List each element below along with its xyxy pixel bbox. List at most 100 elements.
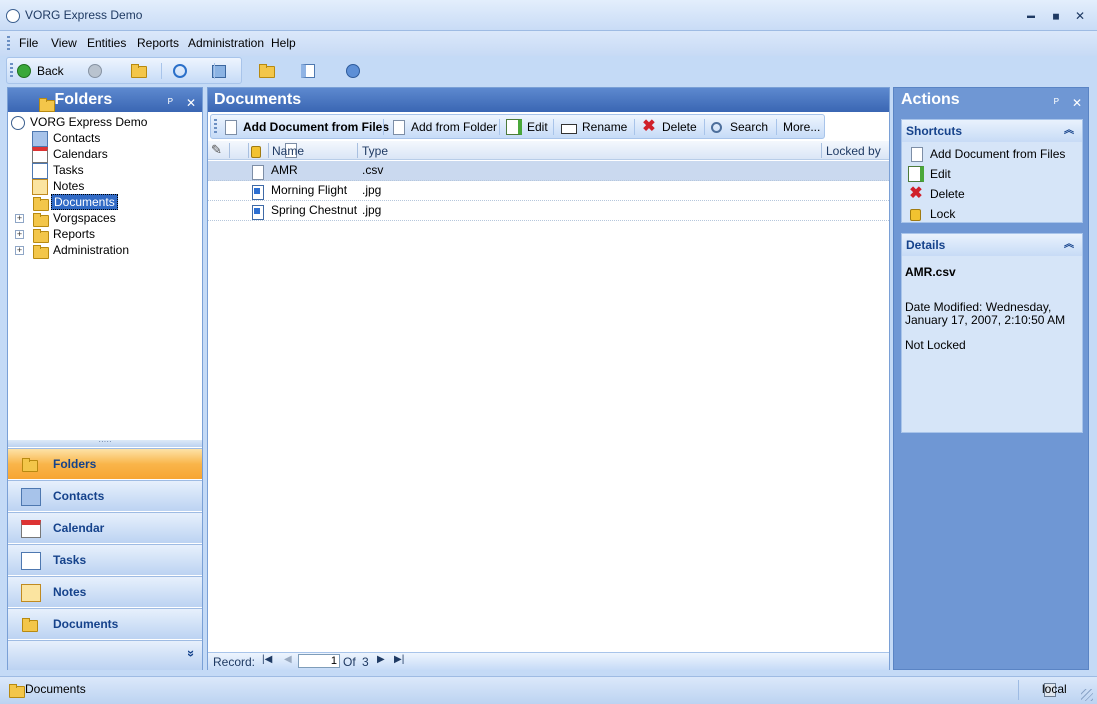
expand-vorgspaces-icon[interactable]: + bbox=[15, 214, 24, 223]
nav-notes-icon bbox=[21, 584, 41, 602]
expand-administration-icon[interactable]: + bbox=[15, 246, 24, 255]
row-name: AMR bbox=[271, 163, 298, 177]
column-name[interactable]: Name bbox=[272, 144, 304, 158]
refresh-icon[interactable] bbox=[173, 64, 188, 78]
maximize-button[interactable]: ◼ bbox=[1046, 6, 1066, 26]
tree-item-contacts[interactable]: Contacts bbox=[32, 130, 102, 147]
previous-record-icon[interactable]: ◀ bbox=[284, 654, 292, 665]
tree-item-documents[interactable]: Documents bbox=[32, 194, 118, 211]
doc-toolbar-separator bbox=[634, 119, 635, 135]
grid-header: ✎ Name Type Locked by bbox=[208, 141, 889, 160]
grid-header-separator bbox=[821, 143, 822, 158]
resize-grip-icon[interactable] bbox=[1081, 689, 1093, 701]
layout-icon[interactable] bbox=[301, 64, 316, 78]
lock-icon bbox=[910, 209, 921, 221]
documents-panel-title: Documents bbox=[214, 91, 302, 108]
actions-panel-title: Actions bbox=[901, 91, 960, 108]
record-label: Record: bbox=[213, 655, 256, 669]
row-type: .jpg bbox=[362, 203, 382, 217]
nav-splitter[interactable]: ····· bbox=[8, 438, 202, 447]
add-document-from-files-button[interactable]: Add Document from Files bbox=[222, 119, 389, 135]
first-record-icon[interactable]: |◀ bbox=[262, 654, 272, 665]
tree-item-notes[interactable]: Notes bbox=[32, 178, 86, 195]
grid-header-separator bbox=[268, 143, 269, 158]
status-connection: local bbox=[1042, 682, 1067, 696]
delete-button[interactable]: ✖ Delete bbox=[641, 119, 696, 135]
close-button[interactable]: ✕ bbox=[1070, 6, 1090, 26]
column-type[interactable]: Type bbox=[362, 144, 388, 158]
nav-calendar[interactable]: Calendar bbox=[8, 512, 202, 543]
table-row[interactable]: Morning Flight .jpg bbox=[208, 181, 889, 201]
table-row[interactable]: AMR .csv bbox=[208, 161, 889, 181]
add-from-folder-button[interactable]: Add from Folder bbox=[390, 119, 497, 135]
tree-item-administration[interactable]: Administration bbox=[32, 242, 131, 259]
document-icon bbox=[249, 164, 265, 180]
calendar-icon bbox=[32, 146, 48, 163]
next-record-icon[interactable]: ▶ bbox=[377, 654, 385, 665]
doc-toolbar-grip bbox=[214, 119, 217, 135]
details-lock-status: Not Locked bbox=[905, 338, 966, 352]
delete-icon: ✖ bbox=[909, 185, 923, 202]
nav-folders[interactable]: Folders bbox=[8, 448, 202, 479]
nav-documents[interactable]: Documents bbox=[8, 608, 202, 639]
status-bar: Documents local bbox=[0, 676, 1097, 704]
menu-administration[interactable]: Administration bbox=[188, 36, 264, 50]
tree-item-root[interactable]: VORG Express Demo bbox=[11, 114, 149, 130]
minimize-button[interactable]: ▬ bbox=[1021, 6, 1041, 26]
pin-icon[interactable]: ᴾ bbox=[1054, 91, 1059, 115]
shortcuts-header[interactable]: Shortcuts ︽ bbox=[902, 120, 1082, 142]
menu-grip bbox=[7, 36, 10, 52]
menu-view[interactable]: View bbox=[51, 36, 77, 50]
shortcut-edit[interactable]: Edit bbox=[908, 165, 951, 183]
shortcut-lock[interactable]: Lock bbox=[908, 205, 955, 223]
details-box: Details ︽ AMR.csv Date Modified: Wednesd… bbox=[901, 233, 1083, 433]
record-total: 3 bbox=[362, 655, 369, 669]
toolbar-separator bbox=[161, 63, 162, 79]
expand-reports-icon[interactable]: + bbox=[15, 230, 24, 239]
tree-item-vorgspaces[interactable]: Vorgspaces bbox=[32, 210, 118, 227]
collapse-chevron-icon[interactable]: ︽ bbox=[1064, 234, 1074, 256]
close-icon[interactable]: ✕ bbox=[186, 91, 196, 115]
folders-toggle-icon[interactable] bbox=[130, 62, 147, 78]
menu-help[interactable]: Help bbox=[271, 36, 296, 50]
nav-documents-icon bbox=[21, 616, 41, 634]
nav-tasks[interactable]: Tasks bbox=[8, 544, 202, 575]
nav-contacts[interactable]: Contacts bbox=[8, 480, 202, 511]
lock-column-icon[interactable] bbox=[251, 146, 262, 158]
nav-notes[interactable]: Notes bbox=[8, 576, 202, 607]
table-row[interactable]: Spring Chestnut .jpg bbox=[208, 201, 889, 221]
nav-calendar-icon bbox=[21, 520, 41, 538]
actions-panel: Actions ᴾ ✕ Shortcuts ︽ Add Document fro… bbox=[893, 87, 1089, 670]
rename-button[interactable]: Rename bbox=[561, 119, 627, 135]
menu-reports[interactable]: Reports bbox=[137, 36, 179, 50]
edit-button[interactable]: Edit bbox=[506, 119, 548, 135]
tree-item-reports[interactable]: Reports bbox=[32, 226, 97, 243]
details-header[interactable]: Details ︽ bbox=[902, 234, 1082, 256]
attachment-column-icon[interactable]: ✎ bbox=[211, 142, 227, 158]
nav-contacts-icon bbox=[21, 488, 41, 506]
tree-item-tasks[interactable]: Tasks bbox=[32, 162, 86, 179]
collapse-chevron-icon[interactable]: ︽ bbox=[1064, 120, 1074, 142]
close-icon[interactable]: ✕ bbox=[1072, 91, 1082, 115]
folder-up-icon[interactable] bbox=[258, 62, 275, 78]
back-button[interactable]: Back bbox=[37, 64, 64, 78]
notes-icon bbox=[32, 178, 48, 195]
nav-more-icon[interactable]: » bbox=[176, 650, 207, 657]
search-button[interactable]: Search bbox=[711, 119, 768, 135]
shortcut-delete[interactable]: ✖ Delete bbox=[908, 185, 964, 203]
nav-overflow: » bbox=[8, 640, 202, 670]
pin-icon[interactable]: ᴾ bbox=[168, 91, 173, 115]
last-record-icon[interactable]: ▶| bbox=[394, 654, 404, 665]
help-icon[interactable] bbox=[346, 64, 361, 78]
back-icon[interactable] bbox=[17, 64, 31, 78]
column-locked-by[interactable]: Locked by bbox=[826, 144, 881, 158]
menu-file[interactable]: File bbox=[19, 36, 38, 50]
forward-icon[interactable] bbox=[88, 64, 103, 78]
menu-entities[interactable]: Entities bbox=[87, 36, 126, 50]
shortcut-add-document[interactable]: Add Document from Files bbox=[908, 145, 1065, 163]
record-number-input[interactable] bbox=[298, 654, 340, 668]
more-button[interactable]: More... bbox=[783, 119, 820, 135]
documents-panel-header: Documents bbox=[208, 88, 985, 112]
documents-folder-icon bbox=[32, 195, 49, 211]
tree-item-calendars[interactable]: Calendars bbox=[32, 146, 110, 163]
